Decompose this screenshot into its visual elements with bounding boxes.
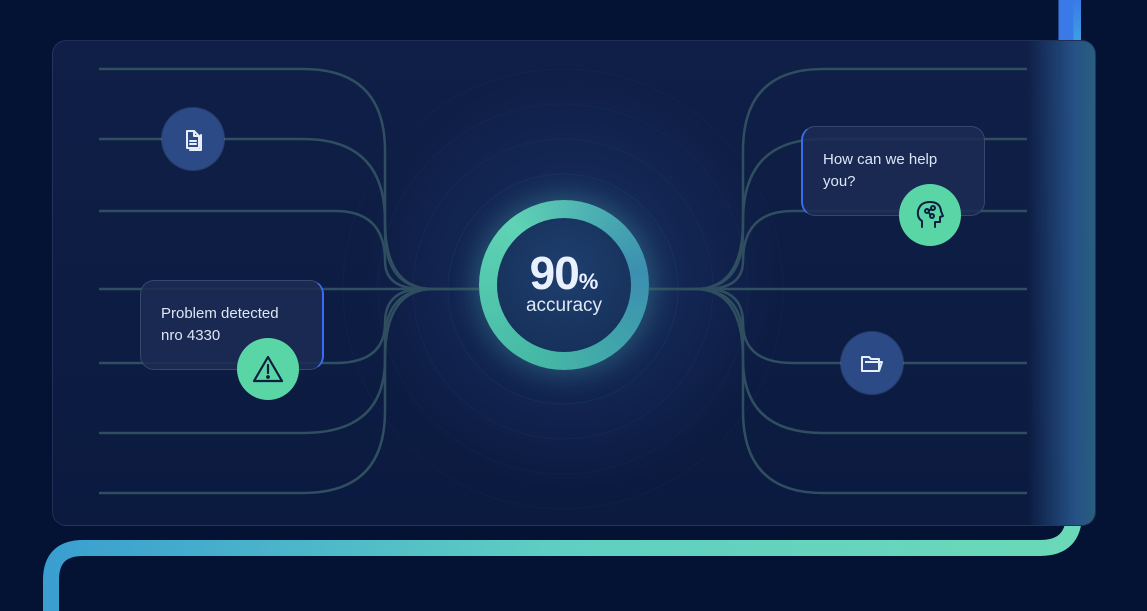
warning-icon bbox=[252, 355, 284, 383]
problem-card-title: Problem detected bbox=[161, 305, 279, 322]
document-icon bbox=[186, 130, 202, 151]
warning-icon-badge bbox=[237, 338, 299, 400]
folder-icon bbox=[861, 356, 883, 372]
ai-brain-icon bbox=[916, 201, 944, 228]
document-icon-badge bbox=[162, 108, 224, 170]
accuracy-label: accuracy bbox=[525, 295, 603, 316]
help-card-line1: How can we help bbox=[823, 151, 938, 168]
folder-icon-badge bbox=[841, 332, 903, 394]
accuracy-metric: 90% accuracy bbox=[497, 250, 631, 316]
ai-brain-icon-badge bbox=[899, 184, 961, 246]
hero-illustration: 90% accuracy Problem detected nro 4330 H… bbox=[0, 0, 1147, 611]
panel-edge-fade bbox=[1027, 41, 1095, 525]
accuracy-unit: % bbox=[578, 269, 599, 294]
accuracy-value: 90 bbox=[529, 247, 580, 299]
flow-panel: 90% accuracy Problem detected nro 4330 H… bbox=[52, 40, 1096, 526]
